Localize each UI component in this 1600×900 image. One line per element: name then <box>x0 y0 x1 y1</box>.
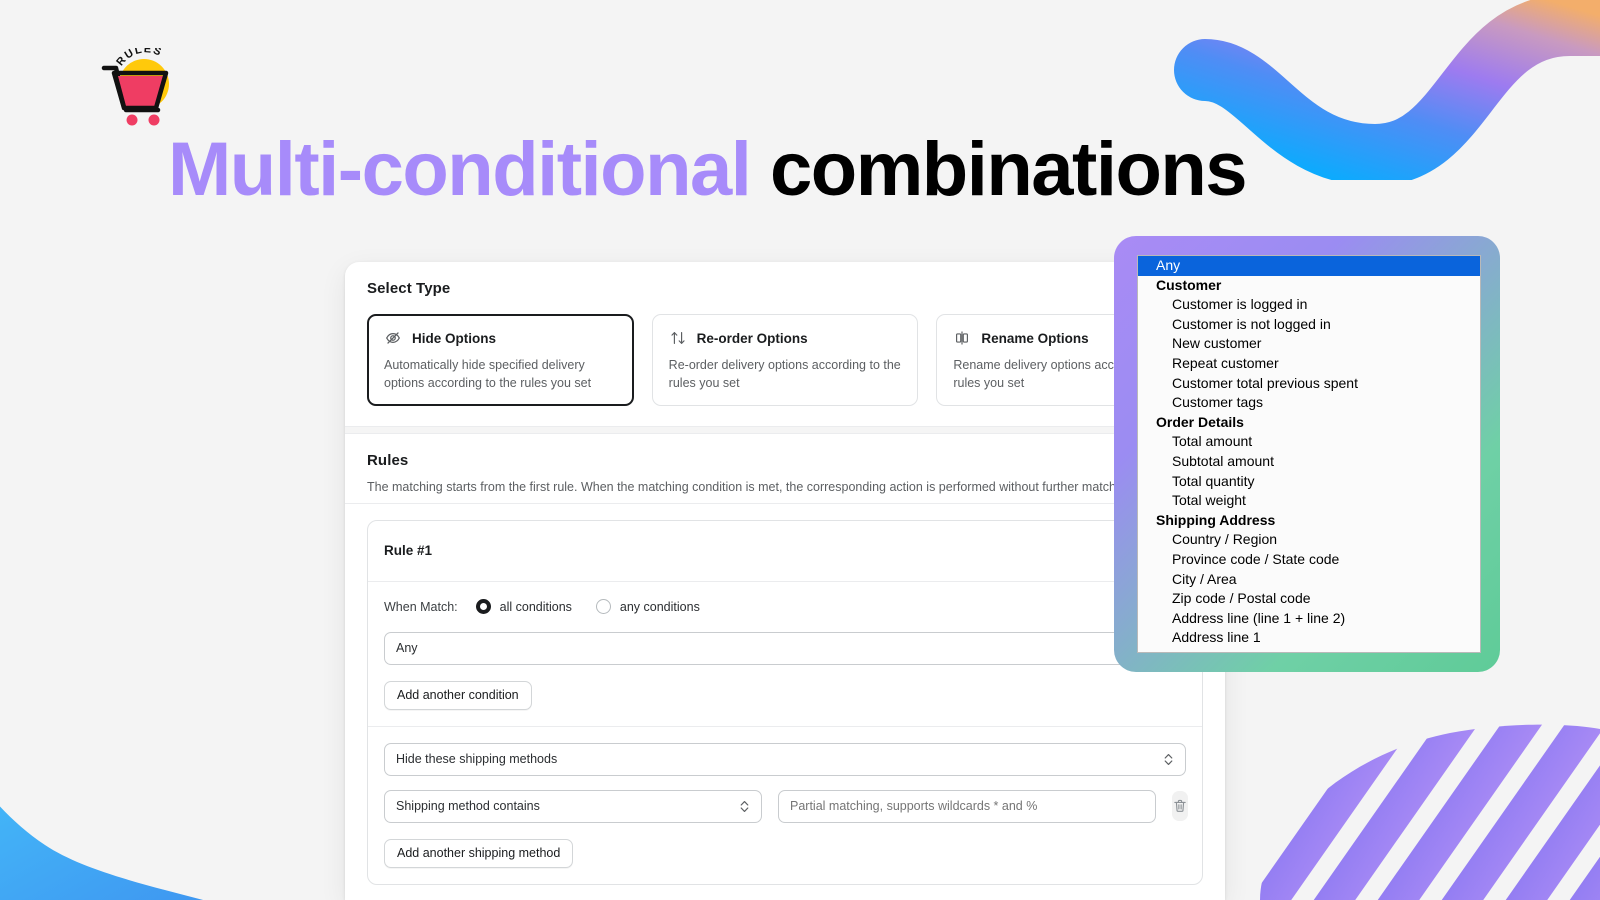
type-card-header: Hide Options <box>384 329 617 347</box>
shipping-method-operator-select[interactable]: Shipping method contains <box>384 789 762 823</box>
dropdown-option[interactable]: Customer is logged in <box>1138 295 1480 315</box>
chevron-updown-icon <box>739 799 750 814</box>
dropdown-option[interactable]: Subtotal amount <box>1138 452 1480 472</box>
dropdown-group-label: Order Details <box>1156 413 1244 430</box>
dropdown-option[interactable]: Any <box>1138 256 1480 276</box>
radio-indicator <box>475 599 491 614</box>
type-card-hide-options[interactable]: Hide Options Automatically hide specifie… <box>367 314 634 406</box>
condition-type-select-popup[interactable]: Any Customer Customer is logged in Customer… <box>1137 255 1481 653</box>
dropdown-option[interactable]: City / Area <box>1138 570 1480 590</box>
type-card-header: Re-order Options <box>669 329 902 347</box>
when-match-row: When Match: all conditions any condition… <box>384 596 1186 618</box>
dropdown-option[interactable]: Customer is not logged in <box>1138 315 1480 335</box>
radio-label: all conditions <box>499 599 572 614</box>
type-card-description: Re-order delivery options according to t… <box>668 358 901 391</box>
page-title-accent: Multi-conditional <box>168 127 752 212</box>
action-type-select[interactable]: Hide these shipping methods <box>384 742 1186 776</box>
rule-title: Rule #1 <box>384 543 433 558</box>
eye-off-icon <box>385 332 401 344</box>
dropdown-option[interactable]: Address line (line 1 + line 2) <box>1138 609 1480 629</box>
shipping-method-value-input[interactable] <box>778 789 1156 823</box>
condition-type-select[interactable]: Any <box>384 631 1186 665</box>
shipping-method-operator-value: Shipping method contains <box>396 799 540 813</box>
rules-heading: Rules <box>367 452 409 469</box>
rule-list: Rule #1 When Match: all conditions any c… <box>345 504 1225 885</box>
app-panel: Select Type Hide Options Automatically h… <box>345 262 1225 900</box>
add-shipping-method-button[interactable]: Add another shipping method <box>384 838 574 868</box>
page-title-rest: combinations <box>770 127 1248 212</box>
trash-icon <box>1174 799 1186 812</box>
shipping-method-row: Shipping method contains <box>384 789 1188 823</box>
dropdown-option[interactable]: Province code / State code <box>1138 550 1480 570</box>
when-match-label: When Match: <box>384 599 458 614</box>
type-card-title: Rename Options <box>981 330 1089 346</box>
blue-blob-decoration <box>0 806 204 900</box>
dropdown-option[interactable]: Address line 1 <box>1138 628 1480 648</box>
dropdown-option[interactable]: Repeat customer <box>1138 354 1480 374</box>
dropdown-option[interactable]: Customer tags <box>1138 393 1480 413</box>
sort-arrows-icon <box>671 332 685 344</box>
radio-indicator <box>595 599 611 614</box>
dropdown-option[interactable]: Total amount <box>1138 432 1480 452</box>
radio-any-conditions[interactable]: any conditions <box>595 599 700 614</box>
dropdown-option[interactable]: New customer <box>1138 334 1480 354</box>
radio-label: any conditions <box>619 599 700 614</box>
dropdown-option[interactable]: Country / Region <box>1138 530 1480 550</box>
select-type-card-list: Hide Options Automatically hide specifie… <box>367 314 1204 406</box>
dropdown-option[interactable]: Zip code / Postal code <box>1138 589 1480 609</box>
select-type-section: Select Type Hide Options Automatically h… <box>345 262 1225 426</box>
radio-all-conditions[interactable]: all conditions <box>475 599 572 614</box>
select-type-heading: Select Type <box>367 280 451 297</box>
shipping-method-delete-button[interactable] <box>1172 791 1188 821</box>
rule-card-header: Rule #1 <box>368 521 1202 582</box>
purple-stripes-decoration <box>1260 724 1600 900</box>
dropdown-option[interactable]: Total weight <box>1138 491 1480 511</box>
panel-separator <box>345 426 1225 434</box>
rule-card: Rule #1 When Match: all conditions any c… <box>367 519 1203 885</box>
rules-description: The matching starts from the first rule.… <box>367 480 1133 494</box>
chevron-updown-icon <box>1163 752 1174 767</box>
type-card-title: Hide Options <box>412 330 496 346</box>
type-card-title: Re-order Options <box>696 330 808 346</box>
rule-actions-body: Hide these shipping methods Shipping met… <box>368 725 1202 884</box>
rename-columns-icon <box>956 331 969 345</box>
type-card-description: Automatically hide specified delivery op… <box>384 358 592 391</box>
dropdown-group-label: Customer <box>1156 276 1222 293</box>
action-type-value: Hide these shipping methods <box>396 752 558 766</box>
dropdown-option[interactable]: Customer total previous spent <box>1138 374 1480 394</box>
dropdown-option[interactable]: Total quantity <box>1138 472 1480 492</box>
dropdown-group-label: Shipping Address <box>1156 511 1276 528</box>
rules-section-header: Rules The matching starts from the first… <box>345 434 1225 503</box>
rule-conditions-body: When Match: all conditions any condition… <box>368 582 1202 726</box>
condition-type-value: Any <box>396 641 418 655</box>
page-title: Multi-conditional combinations <box>168 132 1248 208</box>
add-condition-button[interactable]: Add another condition <box>384 680 532 710</box>
type-card-reorder-options[interactable]: Re-order Options Re-order delivery optio… <box>651 314 919 406</box>
